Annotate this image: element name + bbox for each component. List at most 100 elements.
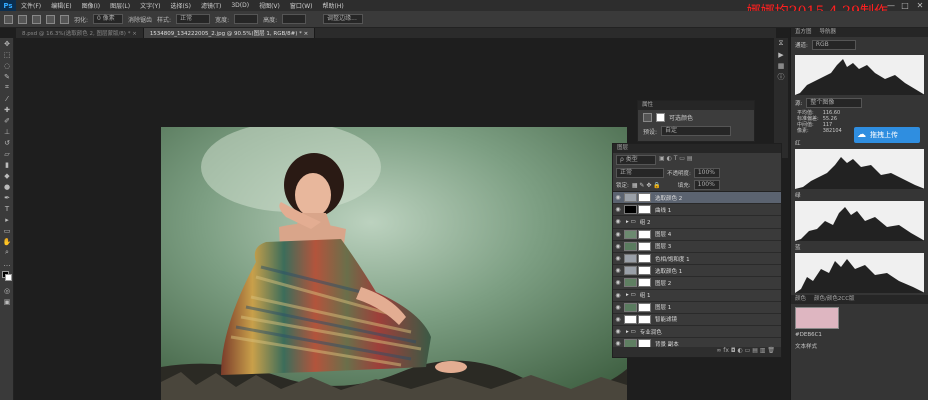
antialias-checkbox[interactable]: 消除锯齿 [128,15,152,24]
crop-tool-icon[interactable]: ⌗ [0,82,14,93]
brush-tool-icon[interactable]: ✐ [0,115,14,126]
tab-color-2[interactable]: 颜色/颜色2CC版 [814,295,855,304]
menu-help[interactable]: 帮助(H) [318,1,349,10]
visibility-eye-icon[interactable]: ◉ [613,243,623,250]
gradient-tool-icon[interactable]: ▮ [0,159,14,170]
visibility-eye-icon[interactable]: ◉ [613,292,623,299]
subtract-selection-icon[interactable] [46,14,55,24]
layer-row[interactable]: ◉ 图层 1 [613,302,781,314]
dodge-tool-icon[interactable]: ● [0,181,14,192]
tab-histogram[interactable]: 直方图 [795,28,812,37]
history-brush-icon[interactable]: ↺ [0,137,14,148]
healing-brush-icon[interactable]: ✚ [0,104,14,115]
menu-edit[interactable]: 编辑(E) [46,1,76,10]
layer-row[interactable]: ◉ 图层 2 [613,277,781,290]
hex-value[interactable]: #DEB6C1 [791,332,928,338]
width-input[interactable] [234,14,259,24]
visibility-eye-icon[interactable]: ◉ [613,316,623,323]
preset-select[interactable]: 自定 [661,126,732,136]
visibility-eye-icon[interactable]: ◉ [613,328,623,335]
layer-mask-thumbnail[interactable] [638,266,651,276]
tab-color[interactable]: 颜色 [795,295,806,304]
pen-tool-icon[interactable]: ✒ [0,192,14,203]
eyedropper-icon[interactable]: ⁄ [0,93,14,104]
quick-select-icon[interactable]: ✎ [0,71,14,82]
upload-button[interactable]: ☁ 拖拽上传 [854,127,920,143]
quick-mask-icon[interactable]: ◎ [0,285,14,296]
eraser-tool-icon[interactable]: ▱ [0,148,14,159]
path-select-icon[interactable]: ▸ [0,214,14,225]
lasso-tool-icon[interactable]: ◌ [0,60,14,71]
visibility-eye-icon[interactable]: ◉ [613,218,623,225]
color-swatch[interactable] [795,307,839,329]
blend-mode-select[interactable]: 正常 [616,168,664,178]
visibility-eye-icon[interactable]: ◉ [613,267,623,274]
visibility-eye-icon[interactable]: ◉ [613,194,623,201]
info-panel-icon[interactable]: ⓘ [774,71,788,82]
layer-row[interactable]: ◉ 智能滤镜 [613,314,781,327]
layer-row[interactable]: ◉ 曲线 1 [613,204,781,217]
fill-input[interactable]: 100% [693,180,720,190]
layer-row[interactable]: ◉ 选取颜色 1 [613,265,781,278]
menu-3d[interactable]: 3D(D) [226,2,254,9]
height-input[interactable] [282,14,307,24]
menu-layer[interactable]: 图层(L) [105,1,135,10]
menu-window[interactable]: 窗口(W) [285,1,318,10]
menu-type[interactable]: 文字(Y) [135,1,165,10]
hand-tool-icon[interactable]: ✋ [0,236,14,247]
menu-file[interactable]: 文件(F) [16,1,46,10]
zoom-tool-icon[interactable]: ⌕ [0,247,14,258]
layer-row[interactable]: ◉ ▸ ▭ 专业润色 [613,326,781,339]
visibility-eye-icon[interactable]: ◉ [613,206,623,213]
visibility-eye-icon[interactable]: ◉ [613,231,623,238]
canvas-photo[interactable] [161,127,627,400]
add-selection-icon[interactable] [32,14,41,24]
layer-mask-thumbnail[interactable] [638,205,651,215]
layer-filter-select[interactable]: ρ 类型 [616,155,656,165]
layer-row[interactable]: ◉ 图层 3 [613,241,781,253]
more-tools-icon[interactable]: … [0,258,14,269]
layer-mask-thumbnail[interactable] [638,241,651,251]
layer-row[interactable]: ◉ 色相/饱和度 1 [613,253,781,266]
properties-panel-icon[interactable]: ▦ [774,60,788,71]
style-select[interactable]: 正常 [176,14,211,24]
marquee-tool-icon[interactable]: ⬚ [0,49,14,60]
actions-panel-icon[interactable]: ▶ [774,49,788,60]
layer-mask-thumbnail[interactable] [638,314,651,324]
channel-select[interactable]: RGB [811,40,856,50]
layer-row[interactable]: ◉ ▸ ▭ 组 2 [613,216,781,229]
layer-row[interactable]: ◉ ▸ ▭ 组 1 [613,290,781,302]
layer-mask-thumbnail[interactable] [638,254,651,264]
maximize-button[interactable]: □ [898,0,912,11]
visibility-eye-icon[interactable]: ◉ [613,255,623,262]
layer-mask-thumbnail[interactable] [638,193,651,203]
menu-view[interactable]: 视图(V) [254,1,285,10]
new-selection-icon[interactable] [18,14,27,24]
layers-footer-icons[interactable]: ∞ fx ◘ ◐ ▭ ▤ ▥ 🗑 [613,347,781,357]
type-tool-icon[interactable]: T [0,203,14,214]
mask-icon[interactable] [656,113,665,122]
screen-mode-icon[interactable]: ▣ [0,296,14,307]
menu-image[interactable]: 图像(I) [77,1,105,10]
filter-icons[interactable]: ▣ ◐ T ▭ ▤ [659,155,693,165]
tab-navigator[interactable]: 导航器 [820,28,837,37]
clone-stamp-icon[interactable]: ⊥ [0,126,14,137]
menu-filter[interactable]: 滤镜(T) [196,1,226,10]
lock-icons[interactable]: ▦ ✎ ✥ 🔒 [632,182,661,189]
tab-active-jpg[interactable]: 1534809_134222005_2.jpg @ 90.5%(图层 1, RG… [143,28,316,38]
blur-tool-icon[interactable]: ◆ [0,170,14,181]
layer-row[interactable]: ◉ 图层 4 [613,229,781,241]
feather-input[interactable]: 0 像素 [93,14,124,24]
menu-select[interactable]: 选择(S) [165,1,196,10]
source-select[interactable]: 整个图像 [806,98,863,108]
visibility-eye-icon[interactable]: ◉ [613,279,623,286]
refine-edge-button[interactable]: 调整边缘... [323,14,364,24]
folder-icon[interactable]: ▸ ▭ [626,219,636,225]
layer-mask-thumbnail[interactable] [638,278,651,288]
layer-mask-thumbnail[interactable] [638,302,651,312]
history-panel-icon[interactable]: ⧖ [774,38,788,49]
tab-8-psd[interactable]: 8.psd @ 16.3%(选取颜色 2, 图层蒙版/8) * × [16,28,144,38]
intersect-selection-icon[interactable] [60,14,69,24]
close-button[interactable]: ✕ [913,0,927,11]
folder-icon[interactable]: ▸ ▭ [626,292,636,298]
